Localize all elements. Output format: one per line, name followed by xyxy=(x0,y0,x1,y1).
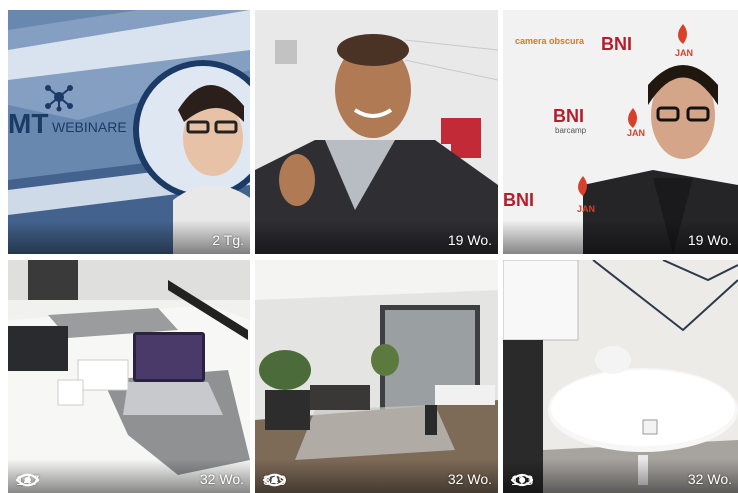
photo-tile-2[interactable]: 19 Wo. xyxy=(255,10,498,254)
eye-icon xyxy=(16,473,40,487)
view-count: 349 xyxy=(263,472,287,488)
sponsor-logo-bni-3: BNI xyxy=(503,190,534,210)
view-count: 113 xyxy=(511,472,534,488)
post-age: 32 Wo. xyxy=(199,471,244,487)
sponsor-logo-barcamp: barcamp xyxy=(555,126,587,135)
post-age: 32 Wo. xyxy=(447,471,492,487)
photo-tile-5[interactable]: 349 32 Wo. xyxy=(255,260,498,493)
post-age: 19 Wo. xyxy=(687,232,732,248)
post-age: 19 Wo. xyxy=(447,232,492,248)
sponsor-logo-bni: BNI xyxy=(601,34,632,54)
photo-tile-4[interactable]: 147 32 Wo. xyxy=(8,260,250,493)
post-age: 32 Wo. xyxy=(687,471,732,487)
speaker-photo-image xyxy=(255,10,498,254)
eye-icon xyxy=(263,473,287,487)
sponsor-logo-jan: JAN xyxy=(675,48,694,58)
post-age: 2 Tg. xyxy=(212,232,244,248)
logo-webinare: WEBINARE xyxy=(52,119,127,135)
photo-tile-6[interactable]: 113 32 Wo. xyxy=(503,260,738,493)
photo-tile-1[interactable]: MT WEBINARE 2 Tg. xyxy=(8,10,250,254)
sponsor-logo-jan-3: JAN xyxy=(577,204,596,214)
view-count: 147 xyxy=(16,472,40,488)
eye-icon xyxy=(511,473,534,487)
photo-tile-3[interactable]: camera obscura BNI BNI barcamp JAN JAN J… xyxy=(503,10,738,254)
sponsor-logo-camera-obscura: camera obscura xyxy=(515,36,585,46)
logo-mt: MT xyxy=(8,108,49,139)
sponsor-logo-jan-2: JAN xyxy=(627,128,646,138)
sponsor-logo-bni-2: BNI xyxy=(553,106,584,126)
